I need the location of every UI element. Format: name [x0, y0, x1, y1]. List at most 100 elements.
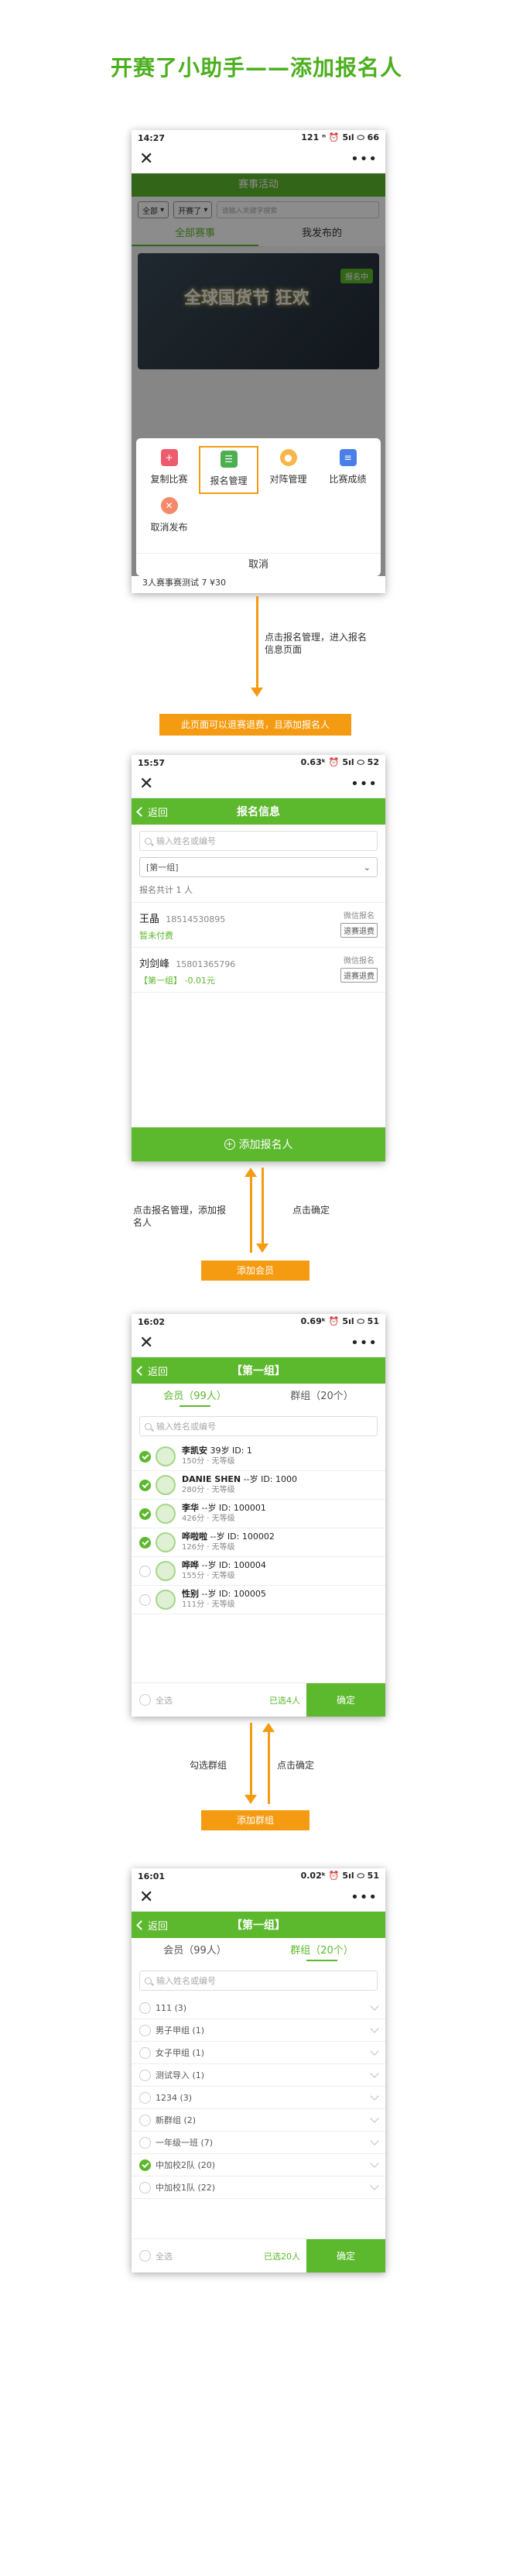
group-row[interactable]: 中加校1队 (22) [132, 2176, 385, 2199]
member-points: 126分 [182, 1543, 205, 1552]
select-all-toggle[interactable]: 全选 [132, 1683, 245, 1717]
checkbox-icon[interactable] [139, 2091, 151, 2104]
checkbox-icon[interactable] [139, 2069, 151, 2081]
checkbox-icon[interactable] [139, 2114, 151, 2126]
refund-button[interactable]: 退赛退费 [340, 923, 378, 938]
more-icon[interactable]: ••• [351, 1889, 378, 1905]
checkbox-icon[interactable] [139, 2024, 151, 2036]
group-name: 女子甲组 (1) [156, 2048, 205, 2058]
chevron-down-icon[interactable] [370, 2136, 379, 2146]
more-icon[interactable]: ••• [351, 776, 378, 792]
chevron-down-icon[interactable] [370, 2069, 379, 2078]
checkbox-icon[interactable] [139, 2136, 151, 2149]
close-icon[interactable]: ✕ [139, 775, 153, 793]
select-all-toggle[interactable]: 全选 [132, 2239, 245, 2272]
cancel-publish-label: 取消发布 [150, 522, 188, 533]
title-bar: ✕ ••• [132, 770, 385, 798]
arrow-line [262, 1168, 264, 1245]
avatar [156, 1504, 176, 1524]
chevron-down-icon[interactable] [370, 2159, 379, 2168]
confirm-button[interactable]: 确定 [306, 1683, 385, 1717]
checkbox-icon[interactable] [139, 1593, 151, 1606]
chevron-down-icon: ⌄ [363, 862, 371, 873]
member-level: 无等级 [211, 1486, 235, 1494]
copy-event-button[interactable]: + 复制比赛 [139, 446, 199, 494]
checkbox-icon[interactable] [139, 1508, 151, 1520]
list-item[interactable]: 刘剑峰 15801365796 【第一组】 -0.01元 微信报名 退赛退费 [132, 948, 385, 993]
checkbox-icon[interactable] [139, 2159, 151, 2171]
registration-source: 微信报名 [344, 912, 374, 921]
status-time: 15:57 [138, 757, 166, 768]
tab-members[interactable]: 会员（99人） [132, 1938, 258, 1964]
tab-members[interactable]: 会员（99人） [132, 1384, 258, 1410]
list-item[interactable]: 王晶 18514530895 暂未付费 微信报名 退赛退费 [132, 903, 385, 948]
more-icon[interactable]: ••• [351, 1335, 378, 1351]
member-level: 无等级 [211, 1457, 235, 1466]
chevron-down-icon[interactable] [370, 2024, 379, 2033]
checkbox-icon[interactable] [139, 1565, 151, 1577]
group-name: 1234 (3) [156, 2092, 193, 2103]
checkbox-icon[interactable] [139, 2001, 151, 2014]
member-meta: --岁 ID: 100004 [201, 1560, 266, 1570]
search-input[interactable]: 输入姓名或编号 [139, 1971, 378, 1991]
add-registrant-button[interactable]: + 添加报名人 [132, 1127, 385, 1161]
member-row[interactable]: 哗啦啦 --岁 ID: 100002 126分 · 无等级 [132, 1528, 385, 1557]
chevron-down-icon[interactable] [370, 2114, 379, 2123]
group-row[interactable]: 女子甲组 (1) [132, 2042, 385, 2064]
chevron-down-icon[interactable] [370, 2001, 379, 2011]
cancel-publish-button[interactable]: ✕ 取消发布 [139, 494, 199, 542]
search-input[interactable]: 输入姓名或编号 [139, 1416, 378, 1436]
search-input[interactable]: 输入姓名或编号 [139, 831, 378, 851]
refund-button[interactable]: 退赛退费 [340, 968, 378, 983]
group-row[interactable]: 新群组 (2) [132, 2109, 385, 2132]
group-row[interactable]: 男子甲组 (1) [132, 2019, 385, 2042]
close-icon[interactable]: ✕ [139, 150, 153, 168]
back-label: 返回 [148, 1920, 169, 1933]
chevron-down-icon[interactable] [370, 2181, 379, 2190]
member-group-tabs: 会员（99人） 群组（20个） [132, 1938, 385, 1964]
add-group-step: 添加群组 [201, 1810, 310, 1830]
results-button[interactable]: ≡ 比赛成绩 [318, 446, 378, 494]
confirm-button[interactable]: 确定 [306, 2239, 385, 2272]
cancel-button[interactable]: 取消 [136, 553, 381, 576]
group-row[interactable]: 111 (3) [132, 1997, 385, 2019]
close-icon[interactable]: ✕ [139, 1888, 153, 1906]
checkbox-icon[interactable] [139, 2046, 151, 2059]
plus-icon: + [224, 1139, 235, 1150]
chevron-down-icon[interactable] [370, 2091, 379, 2101]
group-row[interactable]: 一年级一班 (7) [132, 2132, 385, 2154]
member-name: 李华 [182, 1503, 199, 1513]
group-name: 测试导入 (1) [156, 2070, 205, 2080]
arrow-down-icon [245, 1795, 257, 1804]
close-icon: ✕ [160, 497, 178, 514]
group-row[interactable]: 中加校2队 (20) [132, 2154, 385, 2176]
member-row[interactable]: DANIE SHEN --岁 ID: 1000 280分 · 无等级 [132, 1471, 385, 1500]
checkbox-icon[interactable] [139, 1536, 151, 1549]
member-row[interactable]: 哗哗 --岁 ID: 100004 155分 · 无等级 [132, 1557, 385, 1586]
tab-groups[interactable]: 群组（20个） [258, 1938, 385, 1964]
action-sheet: + 复制比赛 ☰ 报名管理 ● 对阵管理 ≡ 比赛成绩 ✕ 取消发布 取消 [136, 438, 381, 576]
chevron-down-icon[interactable] [370, 2046, 379, 2056]
back-button[interactable]: 返回 [136, 804, 168, 819]
checkbox-icon[interactable] [139, 2181, 151, 2194]
member-row[interactable]: 李凯安 39岁 ID: 1 150分 · 无等级 [132, 1442, 385, 1471]
checkbox-icon[interactable] [139, 1479, 151, 1491]
checkbox-icon[interactable] [139, 1450, 151, 1463]
people-icon: ● [279, 449, 297, 466]
group-row[interactable]: 测试导入 (1) [132, 2064, 385, 2087]
person-name: 王晶 [139, 914, 160, 925]
back-button[interactable]: 返回 [136, 1918, 169, 1933]
registration-total: 报名共计 1 人 [132, 877, 385, 903]
status-bar: 16:01 0.02ᵏ ⏰ 5ıl ⬭ 51 [132, 1868, 385, 1884]
group-row[interactable]: 1234 (3) [132, 2087, 385, 2109]
close-icon[interactable]: ✕ [139, 1334, 153, 1352]
member-row[interactable]: 李华 --岁 ID: 100001 426分 · 无等级 [132, 1500, 385, 1528]
member-row[interactable]: 性别 --岁 ID: 100005 111分 · 无等级 [132, 1586, 385, 1614]
more-icon[interactable]: ••• [351, 151, 378, 167]
registration-manage-button[interactable]: ☰ 报名管理 [199, 446, 258, 494]
back-button[interactable]: 返回 [136, 1363, 168, 1378]
tab-groups[interactable]: 群组（20个） [258, 1384, 385, 1410]
step-note: 点击报名管理，进入报名信息页面 [265, 632, 368, 655]
matchup-manage-button[interactable]: ● 对阵管理 [258, 446, 318, 494]
group-select[interactable]: [第一组] ⌄ [139, 857, 378, 877]
